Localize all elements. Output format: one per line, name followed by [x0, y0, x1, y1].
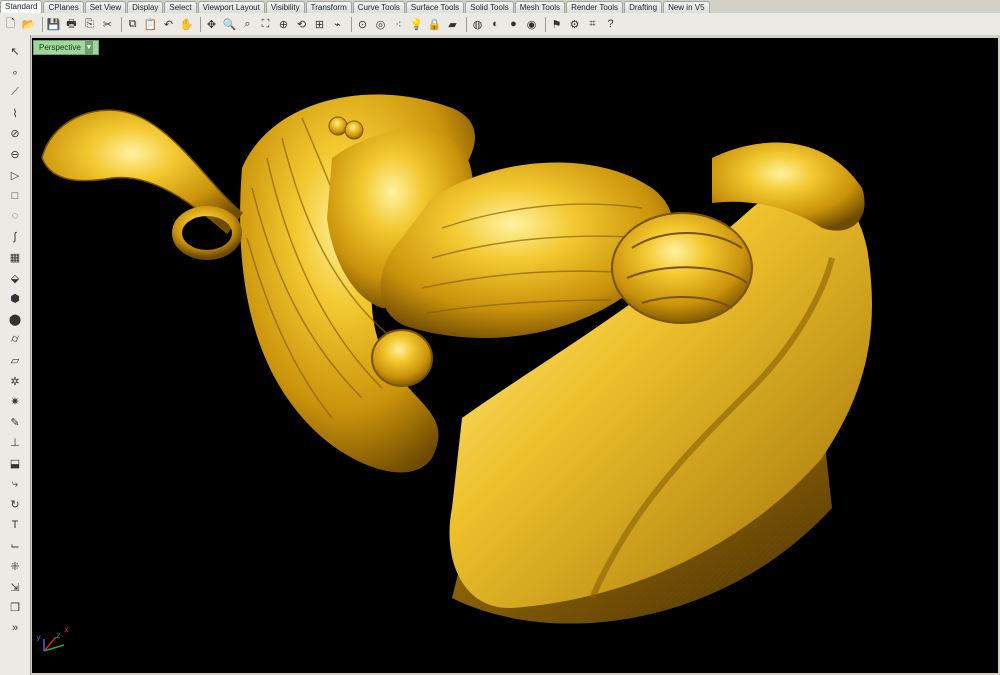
pendant-jump-ring: [172, 206, 242, 260]
boolean-icon[interactable]: ✲: [6, 373, 24, 390]
main-sidebar-toolbar: ↖ ∘ ⟋ ⌇ ⊘ ⊖ ▷ □ ◌ ∫ ▦ ⬙ ⬢ ⬤ ⌭ ▱ ✲ ✷ ✎ ⊥ ⬓ ⤷ ↻ T ⌙ ⁜ ⇲ ❒ »: [0, 35, 31, 675]
world-axes-indicator: y z x: [34, 621, 82, 661]
import-icon[interactable]: ⎘: [82, 16, 97, 32]
split-icon[interactable]: ⊥: [6, 434, 24, 451]
cut-icon[interactable]: ✂: [100, 16, 115, 32]
rendered-icon[interactable]: ●: [506, 16, 521, 32]
light-icon[interactable]: 💡: [409, 16, 424, 32]
toolbar-separator: [466, 16, 467, 32]
axis-label-y: y: [36, 633, 41, 642]
move-icon[interactable]: ⤷: [6, 476, 24, 493]
zoom-window-icon[interactable]: ⌕: [240, 16, 255, 32]
freeform-curve-icon[interactable]: ∫: [6, 228, 24, 245]
tag-icon[interactable]: ⚑: [549, 16, 564, 32]
lock-icon[interactable]: 🔒: [427, 16, 442, 32]
point-icon[interactable]: ∘: [6, 64, 24, 81]
tab-drafting[interactable]: Drafting: [624, 1, 663, 13]
toolbar-tab-strip: Standard CPlanes Set View Display Select View…: [0, 0, 1000, 14]
gold-bust-pendant-model: [41, 94, 872, 624]
circle-icon[interactable]: ⊘: [6, 125, 24, 142]
layer-icon[interactable]: ▰: [445, 16, 460, 32]
render-cube-icon[interactable]: ❒: [6, 599, 24, 616]
headband-bead-1: [328, 116, 348, 136]
viewport-layout-icon[interactable]: ⊞: [312, 16, 327, 32]
box-icon[interactable]: ⬢: [6, 290, 24, 307]
tab-new-in-v5[interactable]: New in V5: [663, 1, 710, 13]
axis-label-z: z: [56, 631, 61, 640]
tab-curve-tools[interactable]: Curve Tools: [352, 1, 405, 13]
surface-icon[interactable]: ▦: [6, 249, 24, 266]
rotate-view-icon[interactable]: ✥: [204, 16, 219, 32]
tab-cplanes[interactable]: CPlanes: [43, 1, 84, 13]
toolbar-separator: [200, 16, 201, 32]
viewport-title: Perspective: [39, 43, 81, 52]
cylinder-icon[interactable]: ⌭: [6, 331, 24, 348]
headband-bead-2: [344, 120, 364, 140]
new-icon[interactable]: 🗋: [3, 16, 18, 32]
select-arrow-icon[interactable]: ↖: [6, 43, 24, 60]
tab-surface-tools[interactable]: Surface Tools: [405, 1, 465, 13]
cplane-icon[interactable]: ⌁: [330, 16, 345, 32]
undo-view-icon[interactable]: ⟲: [294, 16, 309, 32]
copy-icon[interactable]: ⧉: [125, 16, 140, 32]
axis-label-x: x: [64, 625, 69, 634]
array-icon[interactable]: ⁜: [6, 558, 24, 575]
polygon-icon[interactable]: ▷: [6, 167, 24, 184]
sphere-icon[interactable]: ⬤: [6, 311, 24, 328]
save-icon[interactable]: 💾: [46, 16, 61, 32]
viewport-title-button[interactable]: Perspective ▼: [33, 40, 99, 55]
zoom-icon[interactable]: 🔍: [222, 16, 237, 32]
tab-viewport-layout[interactable]: Viewport Layout: [197, 1, 265, 13]
points-icon[interactable]: ⁖: [391, 16, 406, 32]
extrude-icon[interactable]: ⬙: [6, 270, 24, 287]
axes-icon: [43, 636, 65, 652]
osnap-icon[interactable]: ◎: [373, 16, 388, 32]
arc-icon[interactable]: ◌: [6, 208, 24, 225]
color-icon[interactable]: ◍: [470, 16, 485, 32]
tab-set-view[interactable]: Set View: [84, 1, 127, 13]
paste-icon[interactable]: 📋: [143, 16, 158, 32]
pan-icon[interactable]: ✋: [179, 16, 194, 32]
dimension-icon[interactable]: ⌙: [6, 537, 24, 554]
tab-display[interactable]: Display: [127, 1, 164, 13]
rotate-icon[interactable]: ↻: [6, 496, 24, 513]
shaded-icon[interactable]: ◐: [488, 16, 503, 32]
toolbar-separator: [351, 16, 352, 32]
tab-solid-tools[interactable]: Solid Tools: [465, 1, 514, 13]
mesh-icon[interactable]: ▱: [6, 352, 24, 369]
tab-visibility[interactable]: Visibility: [265, 1, 305, 13]
zoom-selected-icon[interactable]: ⊕: [276, 16, 291, 32]
analyze-icon[interactable]: ⇲: [6, 579, 24, 596]
tab-standard[interactable]: Standard: [0, 0, 43, 13]
curve-points-icon[interactable]: ⌇: [6, 105, 24, 122]
render-icon[interactable]: ◉: [524, 16, 539, 32]
toolbar-separator: [42, 16, 43, 32]
rectangle-icon[interactable]: □: [6, 187, 24, 204]
toolbar-separator: [121, 16, 122, 32]
expand-icon[interactable]: »: [6, 620, 24, 637]
standard-toolbar: 🗋 📂 💾 🖶 ⎘ ✂ ⧉ 📋 ↶ ✋ ✥ 🔍 ⌕ ⛶ ⊕ ⟲ ⊞ ⌁ ⊙ ◎ ⁖ 💡 🔒 ▰ ◍ ◐ ● ◉ ⚑ ⚙ ⌗?: [0, 13, 1000, 35]
settings-icon[interactable]: ⚙: [567, 16, 582, 32]
viewport-menu-arrow-icon[interactable]: ▼: [84, 41, 93, 54]
fillet-icon[interactable]: ⬓: [6, 455, 24, 472]
explode-icon[interactable]: ✷: [6, 393, 24, 410]
tab-render-tools[interactable]: Render Tools: [566, 1, 624, 13]
polyline-icon[interactable]: ⟋: [6, 84, 24, 101]
open-icon[interactable]: 📂: [21, 16, 36, 32]
undo-icon[interactable]: ↶: [161, 16, 176, 32]
tab-mesh-tools[interactable]: Mesh Tools: [514, 1, 566, 13]
options-icon[interactable]: ⌗: [585, 16, 600, 32]
print-icon[interactable]: 🖶: [64, 16, 79, 32]
zoom-extents-icon[interactable]: ⛶: [258, 16, 273, 32]
toolbar-separator: [545, 16, 546, 32]
ear: [371, 329, 433, 387]
tab-select[interactable]: Select: [164, 1, 197, 13]
help-icon[interactable]: ?: [603, 16, 618, 32]
text-icon[interactable]: T: [6, 517, 24, 534]
snap-icon[interactable]: ⊙: [355, 16, 370, 32]
tab-transform[interactable]: Transform: [305, 1, 352, 13]
trim-icon[interactable]: ✎: [6, 414, 24, 431]
ellipse-icon[interactable]: ⊖: [6, 146, 24, 163]
perspective-viewport[interactable]: Perspective ▼ y z x: [32, 38, 998, 673]
